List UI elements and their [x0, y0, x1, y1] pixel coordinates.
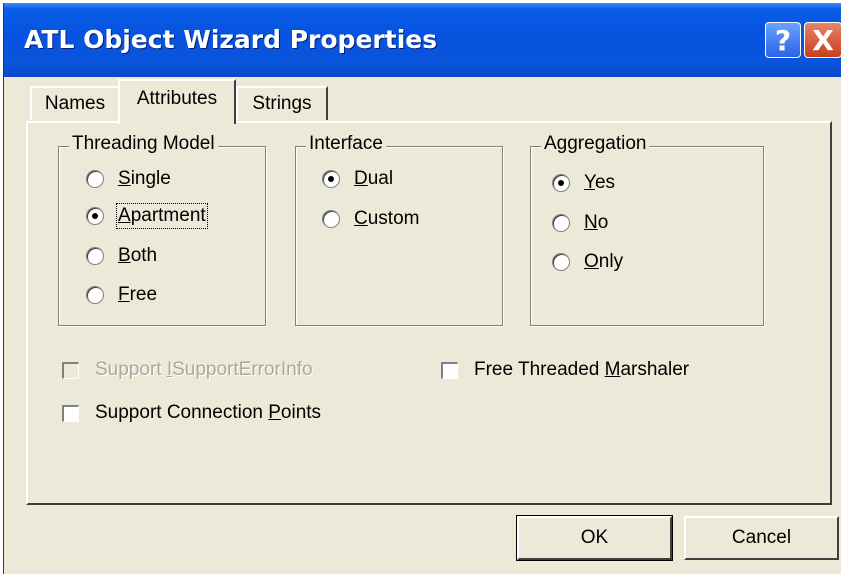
tab-strings-label: Strings	[252, 93, 312, 114]
cancel-button-label: Cancel	[731, 527, 792, 548]
checkbox-connection-points-label: Support Connection Points	[95, 402, 322, 423]
radio-button-single[interactable]	[86, 170, 104, 188]
radio-button-dual[interactable]	[322, 170, 340, 188]
close-button[interactable]: X	[804, 22, 841, 58]
checkbox-support-error-info-box	[62, 361, 79, 379]
checkbox-free-threaded-marshaler-box[interactable]	[441, 361, 458, 379]
aggregation-label: Aggregation	[541, 133, 650, 155]
window-title: ATL Object Wizard Properties	[24, 25, 438, 54]
tab-attributes[interactable]: Attributes	[118, 79, 236, 124]
radio-button-both[interactable]	[86, 247, 104, 265]
radio-button-apartment[interactable]	[86, 207, 104, 225]
radio-dual[interactable]: Dual	[322, 168, 393, 190]
cancel-button[interactable]: Cancel	[684, 516, 839, 560]
radio-button-custom[interactable]	[322, 210, 340, 228]
close-icon: X	[812, 23, 834, 57]
ok-button-label: OK	[580, 527, 609, 548]
tab-names[interactable]: Names	[30, 86, 120, 120]
radio-button-no[interactable]	[552, 214, 570, 232]
radio-only-label: Only	[584, 251, 624, 272]
radio-both[interactable]: Both	[86, 245, 157, 267]
checkbox-free-threaded-marshaler[interactable]: Free Threaded Marshaler	[441, 359, 689, 381]
checkbox-connection-points[interactable]: Support Connection Points	[62, 402, 321, 424]
tab-attributes-label: Attributes	[136, 87, 218, 109]
checkbox-support-error-info-label: Support ISupportErrorInfo	[95, 359, 313, 380]
radio-button-yes[interactable]	[552, 174, 570, 192]
help-button[interactable]: ?	[765, 22, 801, 58]
tab-names-label: Names	[44, 93, 106, 114]
checkbox-connection-points-box[interactable]	[62, 404, 79, 422]
radio-apartment[interactable]: Apartment	[86, 203, 208, 229]
tab-strings[interactable]: Strings	[236, 86, 328, 120]
radio-custom-label: Custom	[354, 208, 420, 229]
ok-button[interactable]: OK	[516, 515, 673, 561]
radio-only[interactable]: Only	[552, 251, 623, 273]
radio-single[interactable]: Single	[86, 168, 171, 190]
radio-both-label: Both	[118, 245, 158, 266]
radio-single-label: Single	[118, 168, 171, 189]
radio-no[interactable]: No	[552, 212, 608, 234]
radio-free[interactable]: Free	[86, 284, 157, 306]
radio-yes-label: Yes	[584, 172, 616, 193]
threading-model-label: Threading Model	[69, 133, 218, 155]
help-icon: ?	[774, 23, 792, 57]
checkbox-free-threaded-marshaler-label: Free Threaded Marshaler	[474, 359, 690, 380]
checkbox-support-error-info: Support ISupportErrorInfo	[62, 359, 313, 381]
radio-custom[interactable]: Custom	[322, 208, 419, 230]
radio-button-free[interactable]	[86, 286, 104, 304]
radio-yes[interactable]: Yes	[552, 172, 615, 194]
title-bar[interactable]: ATL Object Wizard Properties ? X	[4, 3, 841, 77]
radio-apartment-label: Apartment	[116, 203, 208, 229]
interface-label: Interface	[306, 133, 386, 155]
radio-button-only[interactable]	[552, 253, 570, 271]
radio-no-label: No	[584, 212, 609, 233]
radio-free-label: Free	[118, 284, 158, 305]
radio-dual-label: Dual	[354, 168, 394, 189]
